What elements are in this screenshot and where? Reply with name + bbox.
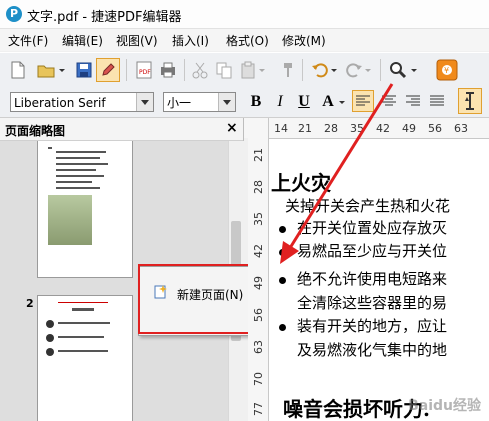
- menu-edit[interactable]: 编辑(E): [62, 32, 103, 49]
- export-pdf-icon[interactable]: PDF: [134, 60, 154, 80]
- ruler-tick: 28: [324, 122, 338, 135]
- bullet-text: 绝不允许使用电短路来: [297, 270, 448, 288]
- bullet-text: 易燃品至少应与开关位: [297, 242, 448, 260]
- context-menu: 新建页面(N): [138, 266, 265, 336]
- menu-bar: 文件(F) 编辑(E) 视图(V) 插入(I) 格式(O) 修改(M): [0, 29, 489, 51]
- document-canvas[interactable]: 上火灾 关掉开关会产生热和火花 在开关位置处应存放灭 易燃品至少应与开关位 绝不…: [269, 139, 489, 421]
- svg-text:PDF: PDF: [139, 69, 151, 76]
- ruler-tick: 21: [298, 122, 312, 135]
- new-page-label: 新建页面(N): [177, 288, 244, 302]
- horizontal-ruler: 14 21 28 35 42 49 56 63: [268, 118, 489, 139]
- align-left-icon[interactable]: [352, 90, 374, 112]
- font-family-select[interactable]: Liberation Serif: [10, 92, 154, 112]
- undo-icon[interactable]: [310, 60, 330, 80]
- menu-file[interactable]: 文件(F): [8, 32, 48, 49]
- cut-icon[interactable]: [190, 60, 210, 80]
- bullet-text: 装有开关的地方，应让: [297, 317, 448, 335]
- ruler-tick: 49: [252, 276, 265, 290]
- ruler-tick: 28: [252, 180, 265, 194]
- ruler-tick: 56: [428, 122, 442, 135]
- format-painter-icon[interactable]: [278, 60, 298, 80]
- font-size-select[interactable]: 小一: [163, 92, 236, 112]
- watermark: Baidu经验: [408, 398, 481, 414]
- page-number-2: 2: [26, 297, 34, 310]
- close-icon[interactable]: ×: [226, 120, 238, 136]
- ruler-tick: 56: [252, 308, 265, 322]
- ruler-tick: 35: [252, 212, 265, 226]
- underline-button[interactable]: U: [294, 92, 314, 112]
- paragraph-line: 关掉开关会产生热和火花: [285, 197, 451, 215]
- paste-icon[interactable]: [238, 60, 258, 80]
- ruler-tick: 49: [402, 122, 416, 135]
- align-center-icon[interactable]: [378, 90, 400, 112]
- edit-mode-icon[interactable]: [96, 58, 120, 82]
- new-page-icon: [154, 285, 167, 299]
- app-logo-icon: P: [6, 6, 22, 22]
- register-icon[interactable]: ¥: [436, 59, 458, 81]
- open-folder-icon[interactable]: [36, 60, 56, 80]
- bullet-text: 在开关位置处应存放灭: [297, 219, 448, 237]
- bullet-text-continued: 全清除这些容器里的易: [297, 294, 448, 312]
- ruler-tick: 35: [350, 122, 364, 135]
- undo-dropdown-icon[interactable]: [330, 60, 338, 80]
- bold-button[interactable]: B: [246, 92, 266, 112]
- redo-icon[interactable]: [344, 60, 364, 80]
- ruler-tick: 42: [252, 244, 265, 258]
- save-icon[interactable]: [74, 60, 94, 80]
- copy-icon[interactable]: [214, 60, 234, 80]
- svg-text:¥: ¥: [444, 66, 449, 75]
- ruler-tick: 63: [454, 122, 468, 135]
- chevron-down-icon[interactable]: [136, 93, 153, 111]
- main-toolbar: PDF ¥: [0, 52, 489, 88]
- bullet-icon: [279, 324, 286, 331]
- menu-insert[interactable]: 插入(I): [172, 32, 209, 49]
- ruler-tick: 63: [252, 340, 265, 354]
- bullet-icon: [279, 226, 286, 233]
- redo-dropdown-icon[interactable]: [364, 60, 372, 80]
- new-page-menu-item[interactable]: 新建页面(N): [143, 281, 257, 307]
- chevron-down-icon[interactable]: [218, 93, 235, 111]
- window-title: 文字.pdf - 捷速PDF编辑器: [27, 10, 182, 25]
- bullet-icon: [279, 249, 286, 256]
- font-size-value: 小一: [167, 96, 192, 110]
- ruler-tick: 21: [252, 148, 265, 162]
- title-bar: P 文字.pdf - 捷速PDF编辑器: [0, 0, 489, 29]
- text-select-tool-icon[interactable]: [458, 88, 482, 114]
- ruler-tick: 42: [376, 122, 390, 135]
- vertical-ruler: 21 28 35 42 49 56 63 70 77: [248, 118, 269, 421]
- italic-button[interactable]: I: [270, 92, 290, 112]
- menu-view[interactable]: 视图(V): [116, 32, 158, 49]
- chevron-down-icon[interactable]: [58, 60, 66, 80]
- bullet-text-continued: 及易燃液化气集中的地: [297, 341, 448, 359]
- align-justify-icon[interactable]: [426, 90, 448, 112]
- ruler-tick: 70: [252, 372, 265, 386]
- text-color-button[interactable]: A: [318, 92, 338, 112]
- zoom-icon[interactable]: [388, 60, 408, 80]
- page-thumbnail-1[interactable]: [37, 141, 133, 278]
- text-color-dropdown-icon[interactable]: [338, 92, 346, 112]
- menu-format[interactable]: 格式(O): [226, 32, 269, 49]
- ruler-tick: 77: [252, 402, 265, 416]
- new-document-icon[interactable]: [8, 60, 28, 80]
- paste-dropdown-icon[interactable]: [258, 60, 266, 80]
- print-icon[interactable]: [158, 60, 178, 80]
- section-heading: 上火灾: [271, 171, 331, 195]
- ruler-tick: 14: [274, 122, 288, 135]
- thumbnail-panel-title: 页面缩略图: [5, 124, 66, 138]
- page-thumbnail-image: [48, 195, 92, 245]
- zoom-dropdown-icon[interactable]: [410, 60, 418, 80]
- font-family-value: Liberation Serif: [14, 96, 106, 110]
- menu-modify[interactable]: 修改(M): [282, 32, 326, 49]
- bullet-icon: [279, 277, 286, 284]
- thumbnail-panel-header: 页面缩略图 ×: [0, 118, 243, 141]
- page-thumbnail-2[interactable]: [37, 295, 133, 421]
- align-right-icon[interactable]: [402, 90, 424, 112]
